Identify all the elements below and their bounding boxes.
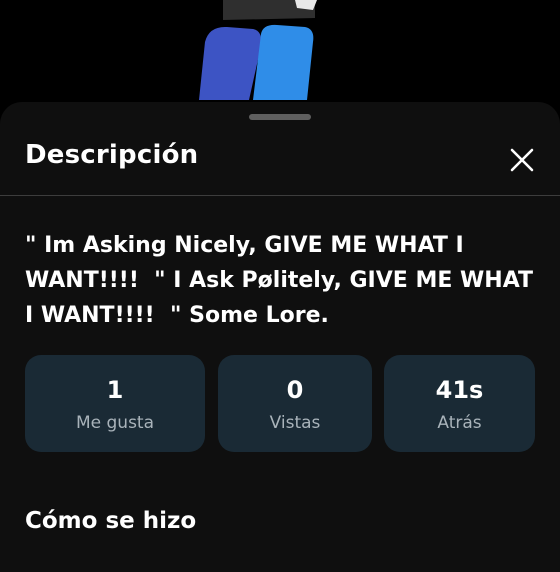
stat-label: Atrás xyxy=(437,413,482,433)
stat-value: 41s xyxy=(435,376,484,404)
sheet-title: Descripción xyxy=(25,140,199,170)
stat-value: 0 xyxy=(286,376,304,404)
stat-value: 1 xyxy=(106,376,124,404)
drag-handle[interactable] xyxy=(249,114,311,120)
stat-label: Me gusta xyxy=(75,413,155,433)
close-icon xyxy=(510,148,534,172)
stat-label: Vistas xyxy=(269,413,321,433)
video-description: " Im Asking Nicely, GIVE ME WHAT I WANT!… xyxy=(25,233,541,328)
close-button[interactable] xyxy=(504,142,540,178)
stat-time-ago: 41s Atrás xyxy=(384,355,535,452)
stat-likes: 1 Me gusta xyxy=(25,355,205,452)
stat-views: 0 Vistas xyxy=(218,355,372,452)
section-title-how-made: Cómo se hizo xyxy=(25,508,197,534)
description-sheet: Descripción " Im Asking Nicely, GIVE ME … xyxy=(0,102,560,572)
divider xyxy=(0,195,560,196)
